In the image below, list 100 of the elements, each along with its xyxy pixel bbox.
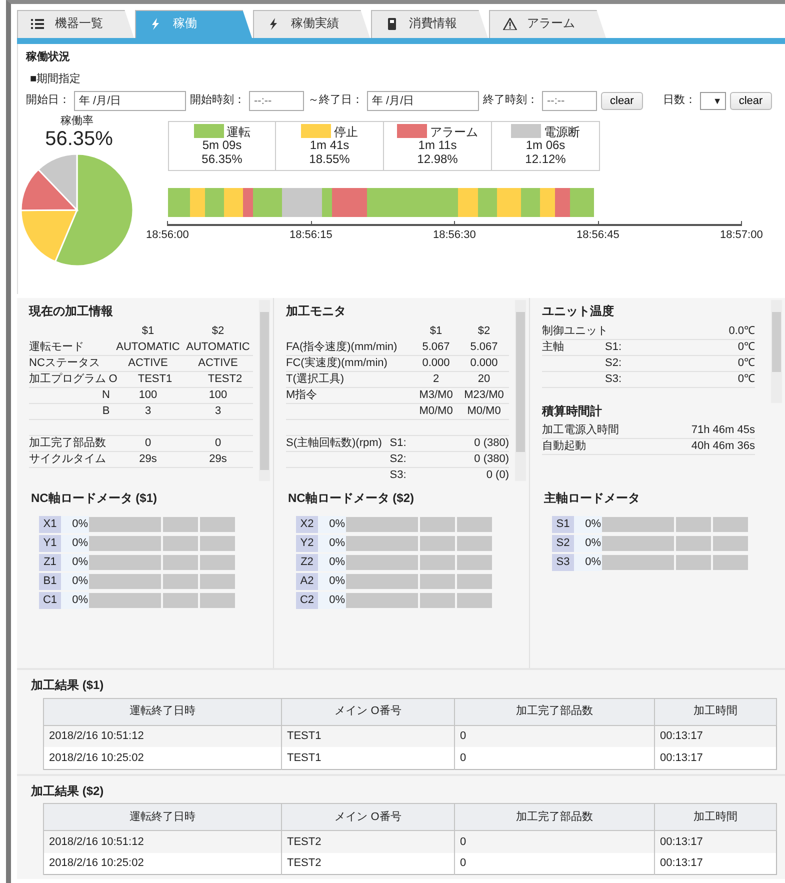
row-sublabel: S1: (605, 340, 623, 355)
tab[interactable]: 機器一覧 (17, 10, 134, 38)
table-cell: TEST2 (282, 852, 454, 875)
table-cell: 00:13:17 (654, 852, 776, 875)
row-label: T(選択工具) (286, 372, 346, 387)
table-cell: 00:13:17 (654, 830, 776, 853)
row-sublabel: S3: (605, 372, 623, 387)
axis-label: S3 (552, 554, 574, 571)
axis-tick-label: 18:56:00 (146, 228, 189, 242)
input-field[interactable]: 年 /月/日 (74, 90, 186, 111)
table-cell: 2018/2/16 10:51:12 (44, 830, 282, 853)
clear-button[interactable]: clear (730, 92, 772, 110)
value-text: M0/M0 (418, 404, 454, 419)
row-label: 加工完了部品数 (29, 436, 107, 451)
row-sublabel: S1: (388, 436, 408, 451)
percent-text: 12.98% (416, 153, 459, 167)
tab[interactable]: 消費情報 (371, 10, 488, 38)
row-sublabel: B (101, 404, 111, 419)
row-label: 運転モード (29, 340, 85, 355)
column-header: メイン O番号 (282, 698, 454, 726)
value-text: 40h 46m 36s (690, 439, 755, 454)
row-label: 自動起動 (542, 439, 587, 454)
table-cell: TEST2 (282, 830, 454, 853)
value-text: 3 (214, 404, 222, 419)
legend-label: 停止 (334, 124, 358, 139)
axis-tick-label: 18:56:30 (433, 228, 476, 242)
axis-label: A2 (296, 572, 318, 590)
input-field[interactable]: --:-- (249, 90, 304, 111)
load-reading: 0% (574, 554, 602, 571)
input-field[interactable]: 年 /月/日 (367, 90, 479, 111)
column-header: 運転終了日時 (44, 698, 282, 726)
field-label: 終了時刻： (483, 93, 538, 108)
column-header: 加工時間 (654, 698, 776, 726)
clear-button[interactable]: clear (601, 92, 643, 110)
axis-label: X2 (296, 516, 318, 533)
percent-text: 18.55% (308, 153, 351, 167)
row-label: 加工プログラム (29, 372, 106, 387)
timeline-segment (204, 188, 224, 217)
percent-text: 12.12% (524, 153, 567, 167)
axis-label: X1 (39, 516, 61, 533)
input-field[interactable]: --:-- (542, 90, 597, 111)
value-text: 5.067 (469, 340, 499, 355)
duration-text: 1m 06s (524, 139, 566, 154)
timeline-segment (540, 188, 555, 217)
value-text: 0 (0) (485, 468, 509, 483)
field-label: 開始時刻： (190, 93, 245, 108)
row-label: FC(実速度)(mm/min) (286, 356, 388, 371)
timeline-segment (478, 188, 497, 217)
load-reading: 0% (61, 534, 89, 552)
load-reading: 0% (61, 554, 89, 571)
warning-icon (503, 18, 517, 30)
tab[interactable]: 稼働実績 (253, 10, 370, 38)
value-text: M0/M0 (466, 404, 502, 419)
duration-text: 5m 09s (201, 139, 243, 154)
axis-tick-label: 18:57:00 (720, 228, 763, 242)
row-label: NCステータス (29, 356, 101, 371)
legend-label: アラーム (430, 124, 478, 139)
table-cell: 00:13:17 (654, 747, 776, 770)
column-header: $1 (140, 324, 156, 339)
axis-label: S1 (552, 516, 574, 533)
value-text: 0℃ (736, 372, 755, 387)
period-label: ■期間指定 (30, 72, 82, 87)
axis-label: Z1 (39, 554, 61, 571)
percent-text: 56.35% (200, 153, 244, 167)
axis-tick-label: 18:56:15 (290, 228, 332, 242)
column-header: 加工完了部品数 (454, 804, 654, 831)
tab[interactable]: アラーム (489, 10, 606, 38)
panel-title: NC軸ロードメータ ($2) (288, 491, 416, 507)
axis-label: S2 (552, 534, 574, 552)
panel-title: 加工モニタ (286, 304, 347, 320)
dropdown[interactable]: ▼ (700, 92, 726, 110)
section-title: 稼働状況 (26, 50, 71, 64)
timeline-segment (520, 188, 540, 217)
panel-title: 積算時間計 (542, 404, 603, 420)
row-sublabel: O (108, 372, 118, 387)
section-title: 加工結果 ($2) (31, 784, 105, 800)
table-cell: 2018/2/16 10:25:02 (44, 747, 282, 770)
duration-text: 1m 41s (308, 139, 350, 154)
value-text: 0.0℃ (728, 324, 755, 339)
value-text: ACTIVE (197, 356, 239, 371)
load-reading: 0% (574, 534, 602, 552)
axis-label: C2 (296, 592, 318, 609)
scrollbar[interactable] (771, 300, 782, 403)
panel-title: NC軸ロードメータ ($1) (31, 491, 158, 507)
column-header: $1 (428, 324, 444, 339)
duration-text: 1m 11s (417, 139, 458, 154)
value-text: 0.000 (469, 356, 499, 371)
axis-label: C1 (39, 592, 61, 609)
value-text: TEST2 (206, 372, 244, 387)
row-label: FA(指令速度)(mm/min) (286, 340, 398, 355)
row-label: サイクルタイム (29, 452, 107, 467)
panel-title: ユニット温度 (542, 304, 615, 320)
panel-title: 主軸ロードメータ (544, 491, 641, 507)
table-cell: TEST1 (282, 747, 454, 770)
rate-label: 稼働率 (60, 114, 94, 128)
scrollbar[interactable] (259, 300, 270, 481)
row-sublabel: S3: (388, 468, 408, 483)
scrollbar[interactable] (515, 300, 526, 481)
value-text: 0℃ (736, 340, 755, 355)
column-header: $2 (476, 324, 492, 339)
